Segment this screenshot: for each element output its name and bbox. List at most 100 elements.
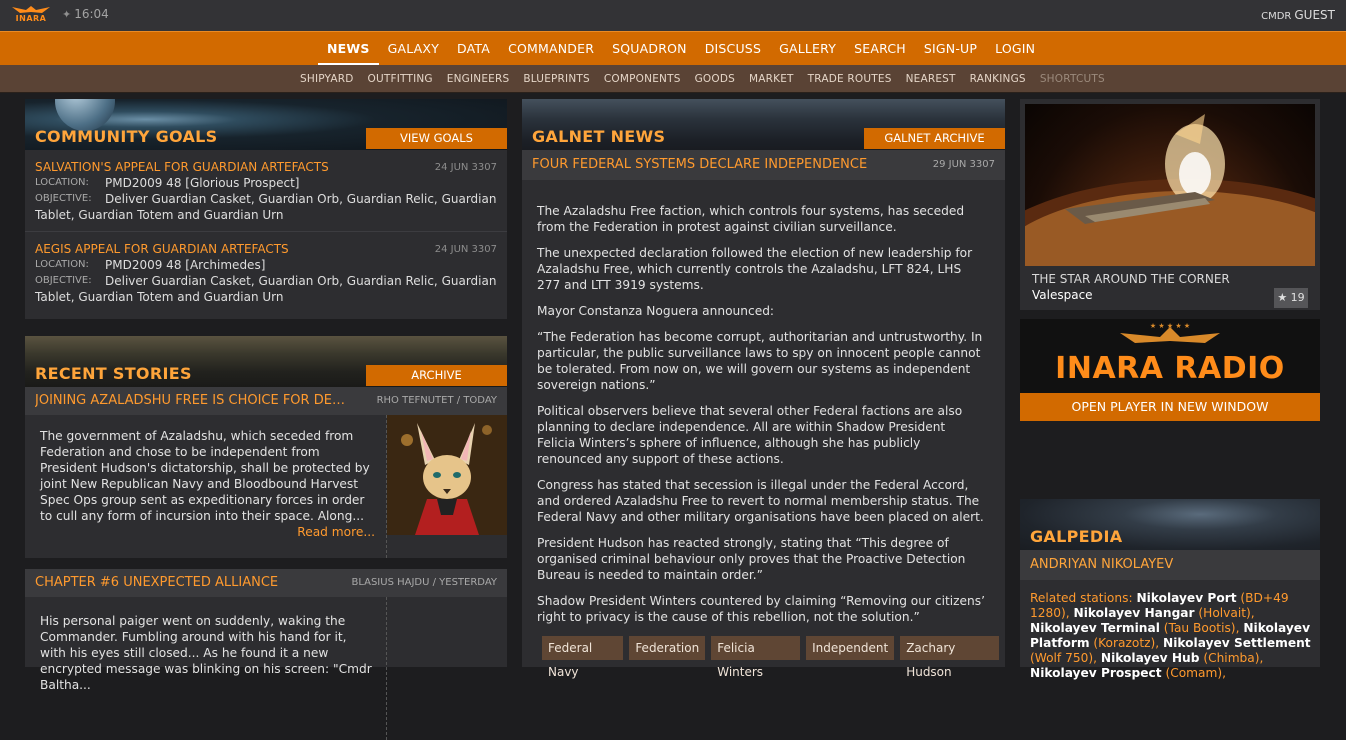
subnav-components[interactable]: COMPONENTS	[597, 65, 688, 93]
goal-title[interactable]: AEGIS APPEAL FOR GUARDIAN ARTEFACTS	[35, 241, 497, 257]
tag-independent[interactable]: Independent	[806, 636, 895, 660]
related-stations-label: Related stations:	[1030, 591, 1133, 605]
divider	[386, 597, 387, 740]
subnav-goods[interactable]: GOODS	[688, 65, 742, 93]
gallery-image[interactable]	[1025, 104, 1315, 266]
goal-date: 24 JUN 3307	[434, 244, 497, 255]
subnav-engineers[interactable]: ENGINEERS	[440, 65, 517, 93]
station-system[interactable]: (Tau Bootis)	[1164, 621, 1236, 635]
gallery-author[interactable]: Valespace	[1032, 288, 1093, 302]
svg-text:★ ★ ★ ★ ★: ★ ★ ★ ★ ★	[1150, 322, 1190, 330]
station-name[interactable]: Nikolayev Prospect	[1030, 666, 1162, 680]
community-goals-title: COMMUNITY GOALS	[35, 127, 218, 146]
radio-panel: ★ ★ ★ ★ ★ INARA RADIO OPEN PLAYER IN NEW…	[1020, 319, 1320, 421]
objective-label: OBJECTIVE:	[35, 193, 92, 204]
station-system[interactable]: (Holvait)	[1198, 606, 1250, 620]
radio-logo: ★ ★ ★ ★ ★ INARA RADIO	[1020, 319, 1320, 393]
article-body: The Azaladshu Free faction, which contro…	[537, 203, 987, 635]
galpedia-panel: GALPEDIA ANDRIYAN NIKOLAYEV Related stat…	[1020, 499, 1320, 680]
story-image[interactable]	[387, 415, 507, 535]
tag-felicia-winters[interactable]: Felicia Winters	[711, 636, 801, 679]
community-goals-list: SALVATION'S APPEAL FOR GUARDIAN ARTEFACT…	[25, 150, 507, 313]
station-system[interactable]: (Wolf 750)	[1030, 651, 1093, 665]
archive-button[interactable]: ARCHIVE	[366, 365, 507, 386]
read-more-link[interactable]: Read more...	[40, 524, 375, 540]
nav-commander[interactable]: COMMANDER	[499, 32, 603, 66]
cmdr-name: GUEST	[1294, 8, 1335, 22]
nav-discuss[interactable]: DISCUSS	[696, 32, 770, 66]
station-name[interactable]: Nikolayev Settlement	[1163, 636, 1311, 650]
goal-objective-continued: Tablet, Guardian Totem and Guardian Urn	[35, 208, 284, 222]
gallery-card: THE STAR AROUND THE CORNER Valespace ★ 1…	[1020, 99, 1320, 310]
recent-stories-title: RECENT STORIES	[35, 364, 192, 383]
subnav-outfitting[interactable]: OUTFITTING	[361, 65, 440, 93]
nav-sign-up[interactable]: SIGN-UP	[915, 32, 986, 66]
station-system[interactable]: (Comam)	[1165, 666, 1222, 680]
likes-badge: ★ 19	[1274, 288, 1308, 308]
subnav-nearest[interactable]: NEAREST	[899, 65, 963, 93]
station-name[interactable]: Nikolayev Port	[1136, 591, 1236, 605]
inara-logo[interactable]: INARA	[12, 4, 50, 26]
tag-federal-navy[interactable]: Federal Navy	[542, 636, 624, 679]
article-paragraph: Shadow President Winters countered by cl…	[537, 594, 985, 624]
cmdr-prefix: CMDR	[1261, 11, 1292, 22]
story-title[interactable]: CHAPTER #6 UNEXPECTED ALLIANCE	[35, 575, 355, 590]
story-excerpt-text: The government of Azaladshu, which seced…	[40, 429, 370, 523]
story-excerpt-text: His personal paiger went on suddenly, wa…	[40, 614, 372, 692]
subnav-rankings[interactable]: RANKINGS	[963, 65, 1033, 93]
nav-galaxy[interactable]: GALAXY	[379, 32, 448, 66]
article-paragraph: President Hudson has reacted strongly, s…	[537, 536, 966, 582]
article-paragraph: “The Federation has become corrupt, auth…	[537, 330, 983, 392]
view-goals-button[interactable]: VIEW GOALS	[366, 128, 507, 149]
gallery-title[interactable]: THE STAR AROUND THE CORNER	[1032, 272, 1230, 286]
galpedia-header: GALPEDIA	[1020, 499, 1320, 550]
goal-date: 24 JUN 3307	[434, 162, 497, 173]
galnet-archive-button[interactable]: GALNET ARCHIVE	[864, 128, 1005, 149]
nav-login[interactable]: LOGIN	[986, 32, 1044, 66]
station-name[interactable]: Nikolayev Hangar	[1074, 606, 1195, 620]
tag-zachary-hudson[interactable]: Zachary Hudson	[900, 636, 999, 679]
location-label: LOCATION:	[35, 177, 89, 188]
story-excerpt: The government of Azaladshu, which seced…	[40, 428, 375, 540]
article-paragraph: Political observers believe that several…	[537, 404, 963, 466]
station-system[interactable]: (Chimba)	[1203, 651, 1259, 665]
nav-data[interactable]: DATA	[448, 32, 499, 66]
goal-objective: Deliver Guardian Casket, Guardian Orb, G…	[105, 192, 497, 206]
nav-gallery[interactable]: GALLERY	[770, 32, 845, 66]
goal-location: PMD2009 48 [Glorious Prospect]	[105, 176, 300, 190]
station-system[interactable]: (Korazotz)	[1093, 636, 1155, 650]
cmdr-login[interactable]: CMDR GUEST	[1261, 8, 1335, 22]
station-name[interactable]: Nikolayev Terminal	[1030, 621, 1160, 635]
article-paragraph: The Azaladshu Free faction, which contro…	[537, 204, 965, 234]
goal-objective: Deliver Guardian Casket, Guardian Orb, G…	[105, 274, 497, 288]
open-player-button[interactable]: OPEN PLAYER IN NEW WINDOW	[1020, 393, 1320, 421]
star-ship-image-icon	[1025, 114, 1315, 266]
location-label: LOCATION:	[35, 259, 89, 270]
station-name[interactable]: Nikolayev Hub	[1101, 651, 1200, 665]
galpedia-title: GALPEDIA	[1030, 527, 1123, 546]
logo-text: INARA	[15, 14, 47, 23]
clock: ✦ 16:04	[62, 7, 109, 21]
nav-news[interactable]: NEWS	[318, 32, 379, 66]
top-bar: INARA ✦ 16:04 CMDR GUEST	[0, 0, 1346, 31]
story-header: CHAPTER #6 UNEXPECTED ALLIANCE BLASIUS H…	[25, 569, 507, 597]
subnav-shortcuts[interactable]: SHORTCUTS	[1033, 65, 1112, 93]
subnav-blueprints[interactable]: BLUEPRINTS	[516, 65, 597, 93]
galpedia-entry-name[interactable]: ANDRIYAN NIKOLAYEV	[1030, 557, 1173, 572]
subnav-market[interactable]: MARKET	[742, 65, 801, 93]
nav-search[interactable]: SEARCH	[845, 32, 915, 66]
goal-title[interactable]: SALVATION'S APPEAL FOR GUARDIAN ARTEFACT…	[35, 159, 497, 175]
galnet-panel: GALNET NEWS GALNET ARCHIVE FOUR FEDERAL …	[522, 99, 1005, 679]
article-title[interactable]: FOUR FEDERAL SYSTEMS DECLARE INDEPENDENC…	[532, 157, 867, 172]
story-excerpt: His personal paiger went on suddenly, wa…	[40, 613, 375, 693]
objective-label: OBJECTIVE:	[35, 275, 92, 286]
nav-squadron[interactable]: SQUADRON	[603, 32, 696, 66]
story-body: The government of Azaladshu, which seced…	[25, 415, 507, 558]
subnav-shipyard[interactable]: SHIPYARD	[293, 65, 361, 93]
tag-federation[interactable]: Federation	[629, 636, 706, 660]
story-title[interactable]: JOINING AZALADSHU FREE IS CHOICE FOR DEM…	[35, 393, 355, 408]
story-header: JOINING AZALADSHU FREE IS CHOICE FOR DEM…	[25, 387, 507, 415]
recent-stories-header: RECENT STORIES ARCHIVE	[25, 336, 507, 387]
main-nav: NEWS GALAXY DATA COMMANDER SQUADRON DISC…	[0, 31, 1346, 66]
subnav-trade-routes[interactable]: TRADE ROUTES	[801, 65, 899, 93]
